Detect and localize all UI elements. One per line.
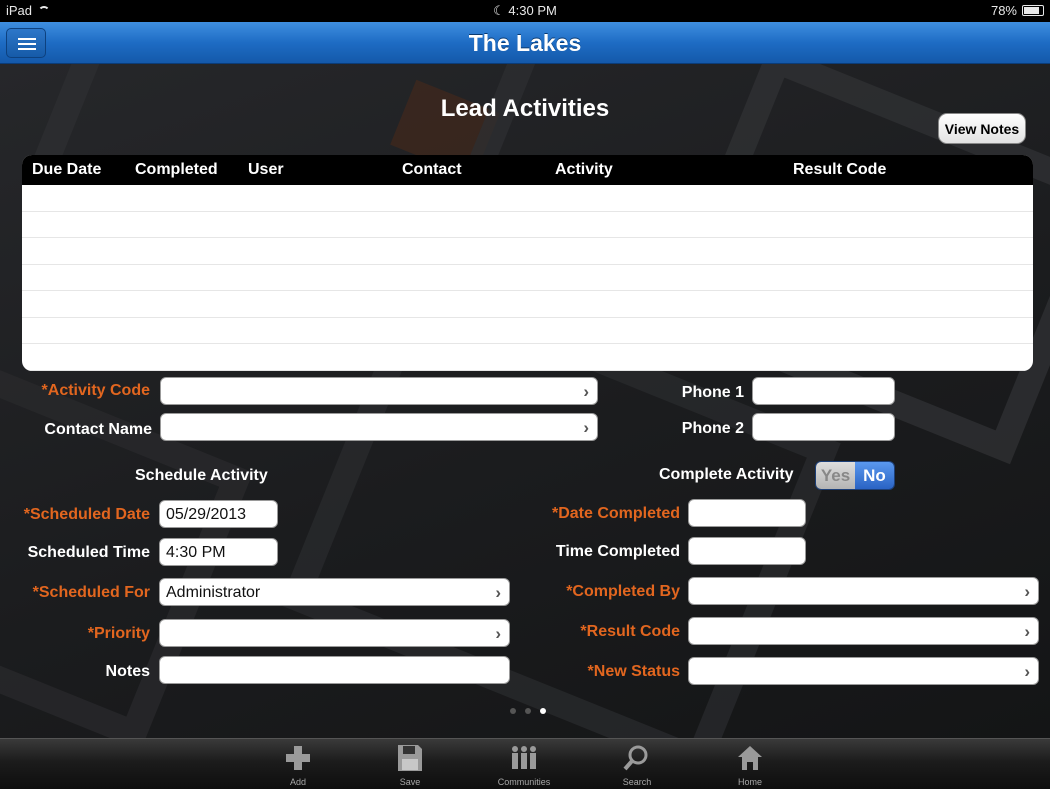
toggle-no[interactable]: No [855, 462, 894, 489]
date-completed-input[interactable] [688, 499, 806, 527]
tab-search[interactable]: Search [597, 742, 677, 787]
time-completed-label: Time Completed [555, 543, 680, 560]
column-header-due-date[interactable]: Due Date [32, 161, 101, 179]
complete-activity-label: Complete Activity [659, 466, 794, 483]
table-row[interactable] [22, 212, 1033, 238]
new-status-label: *New Status [587, 663, 680, 680]
toggle-yes[interactable]: Yes [816, 462, 855, 489]
tab-save[interactable]: Save [370, 742, 450, 787]
scheduled-time-label: Scheduled Time [27, 544, 150, 561]
schedule-activity-heading: Schedule Activity [135, 467, 268, 484]
table-row[interactable] [22, 318, 1033, 344]
view-notes-button[interactable]: View Notes [938, 113, 1026, 144]
chevron-right-icon: › [583, 382, 589, 401]
column-header-contact[interactable]: Contact [402, 161, 462, 179]
result-code-field[interactable]: › [688, 617, 1039, 645]
notes-label: Notes [105, 663, 150, 680]
tab-communities[interactable]: Communities [484, 742, 564, 787]
scheduled-for-field[interactable]: Administrator › [159, 578, 510, 606]
scheduled-date-input[interactable]: 05/29/2013 [159, 500, 278, 528]
notes-input[interactable] [159, 656, 510, 684]
tab-home-label: Home [737, 777, 762, 787]
plus-icon [282, 742, 314, 774]
priority-label: *Priority [87, 625, 150, 642]
page-dot [510, 708, 516, 714]
chevron-right-icon: › [583, 418, 589, 437]
result-code-label: *Result Code [580, 623, 680, 640]
time-completed-input[interactable] [688, 537, 806, 565]
phone1-label: Phone 1 [681, 384, 744, 401]
phone1-input[interactable] [752, 377, 895, 405]
tab-search-label: Search [622, 777, 652, 787]
chevron-right-icon: › [1024, 622, 1030, 641]
tab-communities-label: Communities [497, 777, 551, 787]
navigation-bar: The Lakes [0, 22, 1050, 64]
table-row[interactable] [22, 238, 1033, 265]
complete-activity-toggle[interactable]: Yes No [815, 461, 895, 490]
tab-add-label: Add [289, 777, 306, 787]
scheduled-for-value: Administrator [166, 584, 261, 601]
activity-code-label: *Activity Code [41, 382, 150, 399]
table-header: Due Date Completed User Contact Activity… [22, 155, 1033, 185]
floppy-disk-icon [394, 742, 426, 774]
completed-by-label: *Completed By [566, 583, 680, 600]
activity-code-field[interactable]: › [160, 377, 598, 405]
tab-save-label: Save [399, 777, 421, 787]
people-icon [508, 742, 540, 774]
tab-bar: Add Save Communities Search Home [0, 738, 1050, 789]
activities-table: Due Date Completed User Contact Activity… [22, 155, 1033, 371]
magnifier-icon [621, 742, 653, 774]
nav-title: The Lakes [468, 30, 582, 56]
column-header-user[interactable]: User [248, 161, 284, 179]
chevron-right-icon: › [1024, 662, 1030, 681]
scheduled-time-input[interactable]: 4:30 PM [159, 538, 278, 566]
page-title: Lead Activities [440, 95, 610, 122]
phone2-input[interactable] [752, 413, 895, 441]
page-dot [525, 708, 531, 714]
battery-percent: 78% [990, 3, 1017, 18]
clock-time: 4:30 PM [508, 3, 557, 18]
priority-field[interactable]: › [159, 619, 510, 647]
table-row[interactable] [22, 291, 1033, 318]
completed-by-field[interactable]: › [688, 577, 1039, 605]
status-bar: iPad ☾ 4:30 PM 78% [0, 0, 1050, 22]
contact-name-label: Contact Name [44, 421, 152, 438]
table-row[interactable] [22, 265, 1033, 291]
scheduled-date-label: *Scheduled Date [23, 506, 150, 523]
phone2-label: Phone 2 [681, 420, 744, 437]
chevron-right-icon: › [1024, 582, 1030, 601]
table-row[interactable] [22, 344, 1033, 371]
new-status-field[interactable]: › [688, 657, 1039, 685]
page-dot-active [540, 708, 546, 714]
scheduled-for-label: *Scheduled For [32, 584, 150, 601]
moon-icon: ☾ [493, 3, 505, 18]
tab-add[interactable]: Add [258, 742, 338, 787]
battery-icon [1022, 5, 1044, 16]
table-row[interactable] [22, 185, 1033, 212]
page-indicator[interactable] [510, 708, 546, 714]
column-header-activity[interactable]: Activity [555, 161, 613, 179]
column-header-completed[interactable]: Completed [135, 161, 218, 179]
tab-home[interactable]: Home [710, 742, 790, 787]
column-header-result-code[interactable]: Result Code [793, 161, 886, 179]
contact-name-field[interactable]: › [160, 413, 598, 441]
house-icon [734, 742, 766, 774]
date-completed-label: *Date Completed [551, 505, 680, 522]
table-body [22, 185, 1033, 371]
